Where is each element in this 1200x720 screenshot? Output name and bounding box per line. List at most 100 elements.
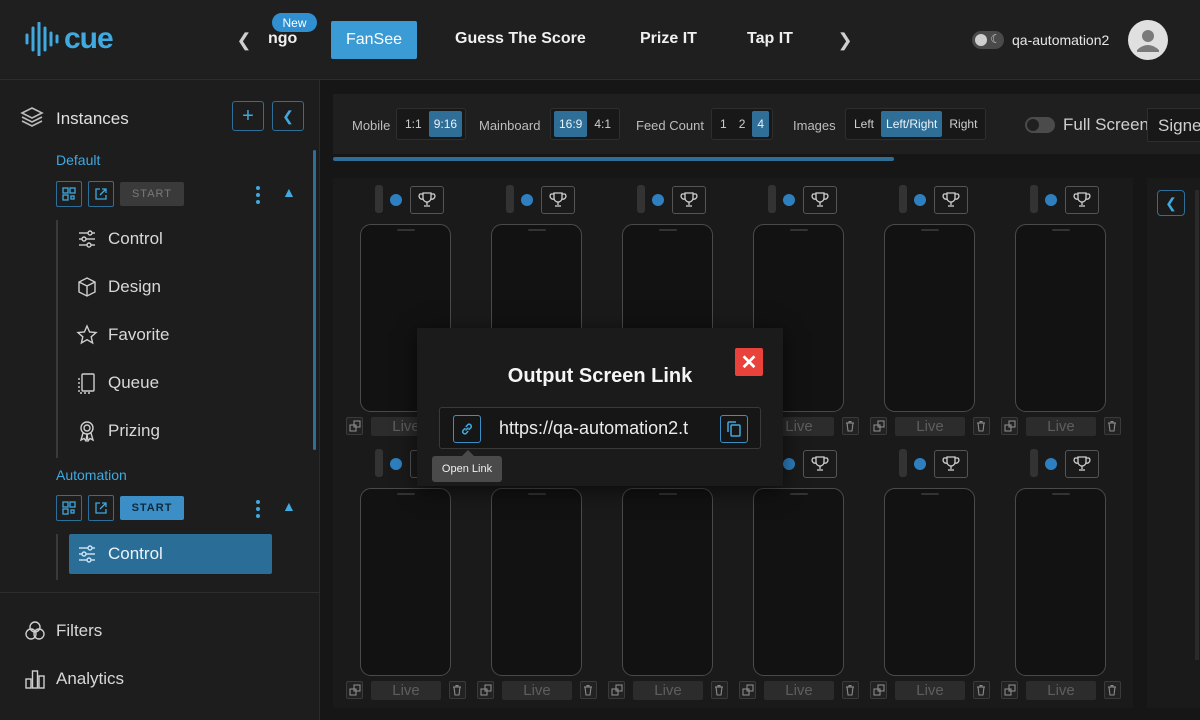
phone-preview[interactable] — [753, 488, 844, 676]
feed-option[interactable]: 2 — [734, 111, 751, 137]
images-option-selected[interactable]: Left/Right — [881, 111, 943, 137]
external-link-button[interactable] — [88, 181, 114, 207]
menu-item-control-automation[interactable]: Control — [69, 534, 272, 574]
nav-next-arrow-icon[interactable]: ❯ — [835, 30, 855, 50]
nav-item-fansee[interactable]: FanSee — [331, 21, 417, 59]
nav-item-guess-the-score[interactable]: Guess The Score — [455, 30, 586, 48]
footer-item-filters[interactable]: Filters — [24, 620, 102, 642]
delete-button[interactable] — [1103, 417, 1121, 435]
trophy-button[interactable] — [803, 450, 837, 478]
trophy-button[interactable] — [934, 450, 968, 478]
feed-toggle[interactable] — [375, 449, 383, 477]
phone-preview[interactable] — [491, 488, 582, 676]
images-option[interactable]: Right — [944, 111, 982, 137]
menu-item-queue[interactable]: Queue — [74, 363, 272, 403]
feed-option[interactable]: 1 — [715, 111, 732, 137]
swap-button[interactable] — [346, 417, 364, 435]
ratio-option-selected[interactable]: 16:9 — [554, 111, 588, 137]
swap-button[interactable] — [870, 681, 888, 699]
nav-prev-arrow-icon[interactable]: ❮ — [234, 30, 254, 50]
trophy-button[interactable] — [1065, 186, 1099, 214]
external-link-button[interactable] — [88, 495, 114, 521]
start-button-default[interactable]: START — [120, 182, 184, 206]
ratio-option-selected[interactable]: 9:16 — [428, 111, 463, 137]
phone-preview[interactable] — [1015, 224, 1106, 412]
fullscreen-toggle[interactable] — [1025, 117, 1055, 133]
feed-toggle[interactable] — [1030, 185, 1038, 213]
live-button[interactable]: Live — [1026, 680, 1096, 700]
mobile-ratio-segment[interactable]: 1:1 9:16 — [396, 108, 467, 140]
feed-toggle[interactable] — [768, 185, 776, 213]
trophy-button[interactable] — [1065, 450, 1099, 478]
feed-toggle[interactable] — [1030, 449, 1038, 477]
trophy-button[interactable] — [934, 186, 968, 214]
menu-item-prizing[interactable]: Prizing — [74, 411, 272, 451]
feed-count-segment[interactable]: 1 2 4 — [711, 108, 774, 140]
group-label-automation[interactable]: Automation — [56, 467, 127, 483]
images-option[interactable]: Left — [849, 111, 879, 137]
live-button[interactable]: Live — [633, 680, 703, 700]
mainboard-ratio-segment[interactable]: 16:9 4:1 — [550, 108, 621, 140]
more-options-icon[interactable] — [256, 186, 260, 204]
open-link-button[interactable] — [453, 415, 481, 443]
close-button[interactable]: ✕ — [735, 348, 763, 376]
phone-preview[interactable] — [884, 488, 975, 676]
live-button[interactable]: Live — [895, 680, 965, 700]
phone-preview[interactable] — [884, 224, 975, 412]
theme-toggle[interactable]: ☾ — [972, 31, 1004, 49]
qr-button[interactable] — [56, 495, 82, 521]
swap-button[interactable] — [1001, 417, 1019, 435]
nav-item-partial[interactable]: ngo — [268, 30, 297, 48]
images-segment[interactable]: Left Left/Right Right — [845, 108, 987, 140]
add-instance-button[interactable]: + — [232, 101, 264, 131]
sign-dropdown[interactable]: Signe — [1147, 108, 1200, 142]
swap-button[interactable] — [870, 417, 888, 435]
avatar[interactable] — [1128, 20, 1168, 60]
chevron-up-icon[interactable]: ▲ — [282, 498, 296, 514]
delete-button[interactable] — [1103, 681, 1121, 699]
menu-item-control[interactable]: Control — [74, 219, 272, 259]
swap-button[interactable] — [346, 681, 364, 699]
phone-preview[interactable] — [622, 488, 713, 676]
live-button[interactable]: Live — [1026, 416, 1096, 436]
start-button-automation[interactable]: START — [120, 496, 184, 520]
feed-toggle[interactable] — [899, 449, 907, 477]
qr-button[interactable] — [56, 181, 82, 207]
feed-toggle[interactable] — [637, 185, 645, 213]
phone-preview[interactable] — [1015, 488, 1106, 676]
swap-button[interactable] — [739, 681, 757, 699]
live-button[interactable]: Live — [502, 680, 572, 700]
sidebar-scrollbar[interactable] — [313, 150, 316, 450]
trophy-button[interactable] — [541, 186, 575, 214]
ratio-option[interactable]: 1:1 — [400, 111, 427, 137]
swap-button[interactable] — [1001, 681, 1019, 699]
feed-option-selected[interactable]: 4 — [752, 111, 770, 137]
copy-link-button[interactable] — [720, 415, 748, 443]
group-label-default[interactable]: Default — [56, 152, 100, 168]
chevron-up-icon[interactable]: ▲ — [282, 184, 296, 200]
ratio-option[interactable]: 4:1 — [589, 111, 616, 137]
live-button[interactable]: Live — [371, 680, 441, 700]
trophy-button[interactable] — [803, 186, 837, 214]
live-button[interactable]: Live — [764, 680, 834, 700]
menu-item-design[interactable]: Design — [74, 267, 272, 307]
link-url[interactable]: https://qa-automation2.t — [499, 418, 705, 439]
right-scrollbar[interactable] — [1195, 190, 1199, 660]
logo[interactable]: cue — [24, 22, 114, 56]
collapse-sidebar-button[interactable]: ❮ — [272, 101, 304, 131]
expand-panel-button[interactable]: ❮ — [1157, 190, 1185, 216]
nav-item-prize-it[interactable]: Prize IT — [640, 30, 697, 48]
trophy-button[interactable] — [672, 186, 706, 214]
live-button[interactable]: Live — [895, 416, 965, 436]
nav-item-tap-it[interactable]: Tap IT — [747, 30, 793, 48]
toolbar-scroll-indicator[interactable] — [333, 157, 894, 161]
feed-toggle[interactable] — [506, 185, 514, 213]
menu-item-favorite[interactable]: Favorite — [74, 315, 272, 355]
swap-button[interactable] — [608, 681, 626, 699]
feed-toggle[interactable] — [375, 185, 383, 213]
more-options-icon[interactable] — [256, 500, 260, 518]
trophy-button[interactable] — [410, 186, 444, 214]
feed-toggle[interactable] — [899, 185, 907, 213]
phone-preview[interactable] — [360, 488, 451, 676]
footer-item-analytics[interactable]: Analytics — [24, 668, 124, 690]
